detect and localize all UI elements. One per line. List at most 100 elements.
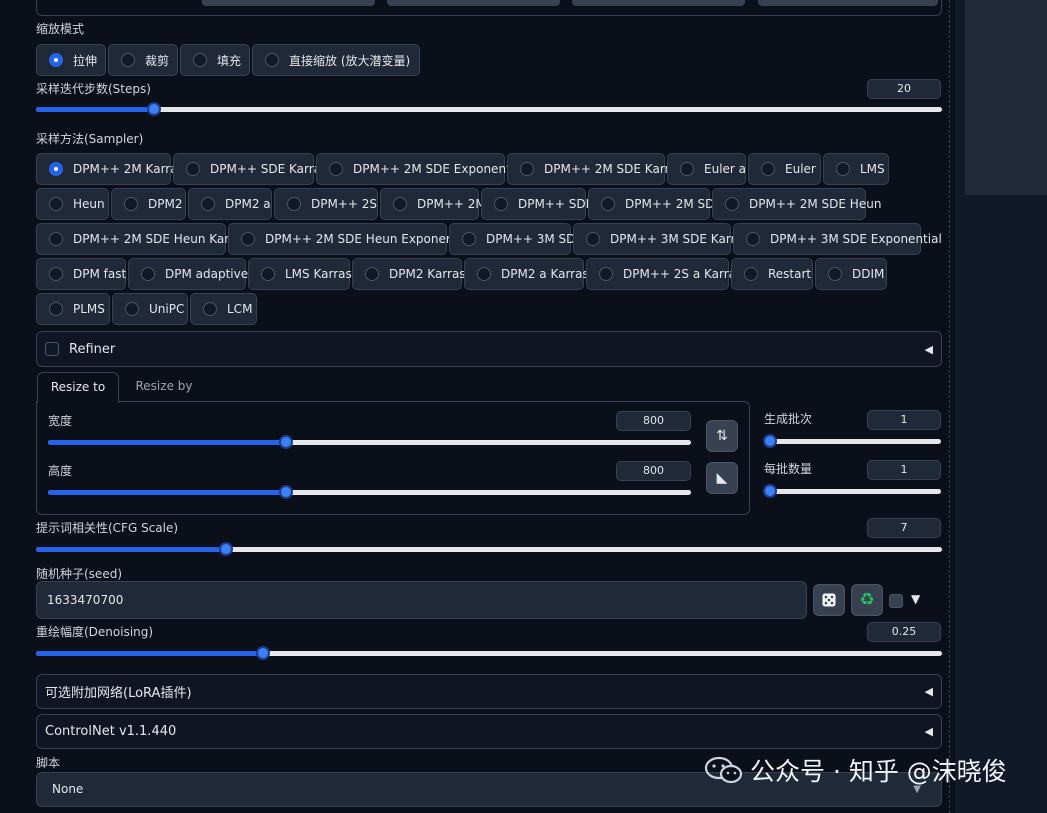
batch-size-slider[interactable] — [763, 482, 941, 500]
batch-size-input[interactable]: 1 — [867, 460, 941, 480]
sampler-dpmpp-sde[interactable]: DPM++ SDE — [481, 188, 593, 220]
radio-icon — [49, 197, 63, 211]
steps-input[interactable]: 20 — [867, 79, 941, 99]
controlnet-label: ControlNet v1.1.440 — [45, 724, 177, 739]
top-button-3[interactable] — [572, 0, 745, 6]
sampler-euler-a[interactable]: Euler a — [667, 153, 746, 185]
sampler-dpmpp-3m-sde[interactable]: DPM++ 3M SDE — [449, 223, 583, 255]
seed-label: 随机种子(seed) — [36, 567, 122, 581]
seed-input[interactable]: 1633470700 — [36, 581, 807, 619]
script-label: 脚本 — [36, 756, 61, 770]
sampler-heun[interactable]: Heun — [36, 188, 109, 220]
radio-icon — [746, 232, 760, 246]
batch-count-slider[interactable] — [763, 432, 941, 450]
slider-thumb[interactable] — [278, 435, 293, 449]
radio-icon — [520, 162, 534, 176]
sampler-lms[interactable]: LMS — [823, 153, 889, 185]
random-seed-button[interactable] — [813, 584, 845, 616]
scale-mode-fill[interactable]: 填充 — [180, 44, 250, 76]
sampler-euler[interactable]: Euler — [748, 153, 821, 185]
cfg-input[interactable]: 7 — [867, 518, 941, 538]
radio-icon — [141, 267, 155, 281]
tab-resize-by[interactable]: Resize by — [123, 372, 205, 402]
sampler-dpmpp-sde-karras[interactable]: DPM++ SDE Karras — [173, 153, 327, 185]
slider-thumb[interactable] — [146, 102, 161, 116]
sampler-dpmpp-2m-sde-heun-exponential[interactable]: DPM++ 2M SDE Heun Exponential — [228, 223, 472, 255]
sampler-lcm[interactable]: LCM — [190, 293, 257, 325]
sampler-plms[interactable]: PLMS — [36, 293, 110, 325]
cfg-label: 提示词相关性(CFG Scale) — [36, 521, 179, 535]
steps-slider[interactable] — [36, 100, 942, 118]
radio-icon — [744, 267, 758, 281]
sampler-dpm2-karras[interactable]: DPM2 Karras — [352, 258, 466, 290]
slider-thumb[interactable] — [278, 485, 293, 499]
tab-resize-to[interactable]: Resize to — [37, 372, 119, 403]
slider-thumb[interactable] — [763, 484, 777, 498]
extra-seed-dropdown-icon[interactable]: ▼ — [911, 592, 920, 606]
slider-track — [36, 107, 942, 112]
slider-thumb[interactable] — [255, 646, 270, 660]
controlnet-accordion[interactable]: ControlNet v1.1.440 ◀ — [36, 714, 942, 749]
slider-thumb[interactable] — [219, 542, 234, 556]
reuse-seed-button[interactable]: ♻ — [851, 584, 883, 616]
sampler-restart[interactable]: Restart — [731, 258, 813, 290]
height-slider[interactable] — [48, 483, 691, 501]
slider-fill — [48, 490, 286, 495]
sampler-label: 采样方法(Sampler) — [36, 132, 144, 146]
sampler-dpmpp-3m-sde-karras[interactable]: DPM++ 3M SDE Karras — [573, 223, 749, 255]
sampler-dpmpp-2m-sde-heun[interactable]: DPM++ 2M SDE Heun — [712, 188, 881, 220]
sampler-dpm2-a[interactable]: DPM2 a — [188, 188, 272, 220]
radio-icon — [265, 53, 279, 67]
slider-thumb[interactable] — [763, 434, 777, 448]
scale-mode-latent[interactable]: 直接缩放 (放大潜变量) — [252, 44, 420, 76]
sampler-dpmpp-2s-a[interactable]: DPM++ 2S a — [274, 188, 388, 220]
denoising-label: 重绘幅度(Denoising) — [36, 625, 154, 639]
height-input[interactable]: 800 — [616, 461, 691, 481]
top-button-2[interactable] — [387, 0, 560, 6]
sampler-dpmpp-2m-sde-heun-karras[interactable]: DPM++ 2M SDE Heun Karras — [36, 223, 248, 255]
extra-seed-checkbox[interactable] — [889, 594, 903, 608]
top-button-1[interactable] — [202, 0, 375, 6]
collapse-arrow-icon[interactable]: ◀ — [925, 685, 933, 698]
sampler-dpmpp-2m-sde-exponential[interactable]: DPM++ 2M SDE Exponential — [316, 153, 525, 185]
radio-icon — [201, 197, 215, 211]
sampler-dpmpp-2m[interactable]: DPM++ 2M — [380, 188, 486, 220]
sampler-dpmpp-2s-a-karras[interactable]: DPM++ 2S a Karras — [586, 258, 742, 290]
scale-mode-stretch[interactable]: 拉伸 — [36, 44, 106, 76]
refiner-accordion[interactable]: Refiner ◀ — [36, 331, 942, 367]
sampler-unipc[interactable]: UniPC — [112, 293, 188, 325]
sampler-dpm2-a-karras[interactable]: DPM2 a Karras — [464, 258, 589, 290]
width-input[interactable]: 800 — [616, 411, 691, 431]
denoising-slider[interactable] — [36, 644, 942, 662]
denoising-input[interactable]: 0.25 — [867, 622, 941, 642]
sampler-ddim[interactable]: DDIM — [815, 258, 887, 290]
batch-size-label: 每批数量 — [764, 462, 813, 476]
refiner-label: Refiner — [69, 341, 116, 357]
refiner-checkbox[interactable] — [45, 342, 59, 356]
sampler-dpmpp-2m-karras[interactable]: DPM++ 2M Karras — [36, 153, 184, 185]
watermark-text: 公众号 · 知乎 @沫晓俊 — [750, 757, 1007, 786]
sampler-dpm-fast[interactable]: DPM fast — [36, 258, 126, 290]
sampler-dpm-adaptive[interactable]: DPM adaptive — [128, 258, 248, 290]
width-slider[interactable] — [48, 433, 691, 451]
radio-icon — [365, 267, 379, 281]
scale-mode-label: 缩放模式 — [36, 22, 85, 36]
scale-mode-crop[interactable]: 裁剪 — [108, 44, 178, 76]
collapse-arrow-icon[interactable]: ◀ — [925, 725, 933, 738]
collapse-arrow-icon[interactable]: ◀ — [925, 343, 933, 356]
radio-icon — [680, 162, 694, 176]
cfg-slider[interactable] — [36, 540, 942, 558]
dice-icon — [822, 593, 836, 607]
sampler-dpm2[interactable]: DPM2 — [111, 188, 186, 220]
aspect-ratio-button[interactable]: ◣ — [706, 462, 738, 494]
top-button-4[interactable] — [758, 0, 938, 6]
slider-fill — [36, 651, 263, 656]
sampler-lms-karras[interactable]: LMS Karras — [248, 258, 352, 290]
batch-count-input[interactable]: 1 — [867, 410, 941, 430]
sampler-dpmpp-3m-sde-exponential[interactable]: DPM++ 3M SDE Exponential — [733, 223, 942, 255]
swap-dimensions-button[interactable]: ⇅ — [706, 420, 738, 452]
sampler-dpmpp-2m-sde-karras[interactable]: DPM++ 2M SDE Karras — [507, 153, 683, 185]
sampler-dpmpp-2m-sde[interactable]: DPM++ 2M SDE — [588, 188, 722, 220]
lora-accordion[interactable]: 可选附加网络(LoRA插件) ◀ — [36, 674, 942, 709]
wechat-logo-icon — [704, 756, 743, 784]
